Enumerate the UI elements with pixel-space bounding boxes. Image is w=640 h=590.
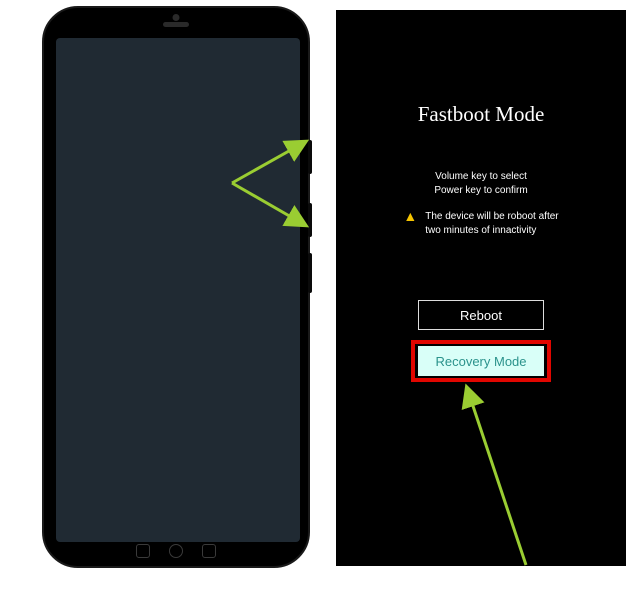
instruction-line-2: Power key to confirm <box>336 184 626 198</box>
warning-text: The device will be roboot after two minu… <box>425 210 558 237</box>
power-button[interactable] <box>308 253 312 293</box>
phone-nav-bar <box>136 544 216 558</box>
fastboot-title: Fastboot Mode <box>336 102 626 127</box>
reboot-button[interactable]: Reboot <box>418 300 544 330</box>
phone-earpiece <box>163 22 189 27</box>
warning-line-1: The device will be roboot after <box>425 210 558 224</box>
instruction-line-1: Volume key to select <box>336 170 626 184</box>
warning-icon: ▲ <box>403 209 417 223</box>
fastboot-warning: ▲ The device will be roboot after two mi… <box>336 210 626 237</box>
phone-screen <box>56 38 300 542</box>
nav-recent-icon <box>202 544 216 558</box>
nav-home-icon <box>169 544 183 558</box>
recovery-mode-button[interactable]: Recovery Mode <box>418 346 544 376</box>
fastboot-screen: Fastboot Mode Volume key to select Power… <box>336 10 626 566</box>
phone-front-camera <box>173 14 180 21</box>
nav-back-icon <box>136 544 150 558</box>
volume-down-button[interactable] <box>308 203 312 237</box>
phone-mockup <box>42 6 310 568</box>
volume-up-button[interactable] <box>308 140 312 174</box>
warning-line-2: two minutes of innactivity <box>425 224 558 238</box>
fastboot-instructions: Volume key to select Power key to confir… <box>336 170 626 198</box>
